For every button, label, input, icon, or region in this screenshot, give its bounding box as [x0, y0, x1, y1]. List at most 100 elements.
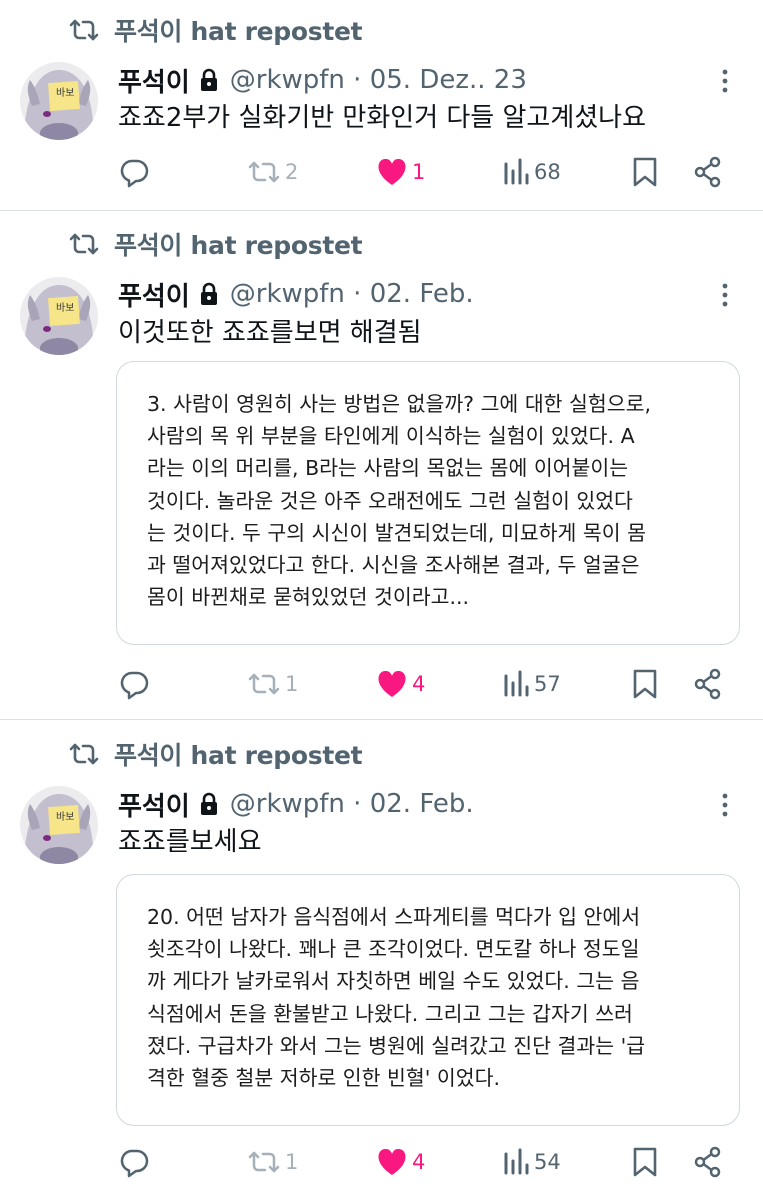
share-button[interactable]	[693, 152, 723, 192]
share-icon	[694, 1146, 721, 1178]
author-handle-date[interactable]: @rkwpfn · 05. Dez.. 23	[230, 65, 527, 95]
lock-icon	[200, 792, 217, 815]
avatar[interactable]: 바보	[20, 786, 98, 864]
more-dots-icon[interactable]	[712, 282, 738, 308]
bookmark-icon	[633, 669, 657, 699]
action-bar: 1 4 54	[0, 1142, 763, 1182]
post-header: 푸석이 @rkwpfn · 05. Dez.. 23	[118, 62, 527, 98]
retweet-icon	[248, 161, 280, 183]
quoted-image-card[interactable]: 3. 사람이 영원히 사는 방법은 없을까? 그에 대한 실험으로, 사람의 목…	[116, 361, 740, 645]
like-count: 4	[412, 1150, 426, 1174]
author-handle-date[interactable]: @rkwpfn · 02. Feb.	[230, 789, 474, 819]
reply-button[interactable]	[118, 664, 150, 704]
post-text: 죠죠를보세요	[118, 827, 262, 857]
retweet-button[interactable]: 2	[247, 152, 298, 192]
views-button[interactable]: 68	[502, 152, 561, 192]
retweet-button[interactable]: 1	[247, 1142, 298, 1182]
sticky-note-text: 바보	[56, 811, 74, 823]
views-icon	[504, 1148, 529, 1175]
bookmark-button[interactable]	[632, 664, 658, 704]
like-button[interactable]: 4	[376, 664, 425, 704]
reply-icon	[120, 159, 149, 188]
share-button[interactable]	[693, 1142, 723, 1182]
author-handle-date[interactable]: @rkwpfn · 02. Feb.	[230, 279, 474, 309]
quote-line: 3. 사람이 영원히 사는 방법은 없을까? 그에 대한 실험으로,	[147, 392, 652, 416]
more-dots-icon[interactable]	[712, 68, 738, 94]
views-button[interactable]: 54	[502, 1142, 561, 1182]
more-dots-icon[interactable]	[712, 792, 738, 818]
author-name[interactable]: 푸석이	[118, 62, 190, 99]
repost-label: 푸석이 hat repostet	[114, 231, 363, 260]
reply-button[interactable]	[118, 1142, 150, 1182]
bookmark-button[interactable]	[632, 1142, 658, 1182]
avatar[interactable]: 바보	[20, 62, 98, 140]
repost-label: 푸석이 hat repostet	[114, 741, 363, 770]
views-count: 57	[534, 672, 561, 696]
quote-line: 졌다. 구급차가 와서 그는 병원에 실려갔고 진단 결과는 '급	[147, 1033, 646, 1058]
author-name[interactable]: 푸석이	[118, 786, 190, 823]
share-button[interactable]	[693, 664, 723, 704]
views-icon	[504, 158, 529, 185]
repost-icon	[69, 19, 99, 41]
quote-line: 격한 혈중 철분 저하로 인한 빈혈' 이었다.	[147, 1066, 501, 1091]
quoted-image-card[interactable]: 20. 어떤 남자가 음식점에서 스파게티를 먹다가 입 안에서 쇳조각이 나왔…	[116, 874, 740, 1126]
quote-line: 라는 이의 머리를, B라는 사람의 목없는 몸에 이어붙이는	[147, 456, 629, 481]
lock-icon	[200, 68, 217, 91]
quote-line: 20. 어떤 남자가 음식점에서 스파게티를 먹다가 입 안에서	[147, 905, 641, 929]
retweet-button[interactable]: 1	[247, 664, 298, 704]
views-count: 54	[534, 1150, 561, 1174]
share-icon	[694, 668, 721, 700]
retweet-count: 1	[285, 672, 299, 696]
post-text: 죠죠2부가 실화기반 만화인거 다들 알고계셨나요	[118, 103, 647, 133]
retweet-icon	[248, 1151, 280, 1173]
quoted-text: 20. 어떤 남자가 음식점에서 스파게티를 먹다가 입 안에서 쇳조각이 나왔…	[147, 901, 727, 1094]
share-icon	[694, 156, 721, 188]
reply-icon	[120, 1149, 149, 1178]
sticky-note-text: 바보	[56, 87, 74, 99]
like-count: 1	[412, 160, 426, 184]
views-button[interactable]: 57	[502, 664, 561, 704]
quote-line: 과 떨어져있었다고 한다. 시신을 조사해본 결과, 두 얼굴은	[147, 553, 640, 578]
bookmark-icon	[633, 157, 657, 187]
heart-icon	[378, 1148, 406, 1175]
views-count: 68	[534, 160, 561, 184]
post-header: 푸석이 @rkwpfn · 02. Feb.	[118, 276, 474, 312]
bookmark-icon	[633, 1147, 657, 1177]
repost-label: 푸석이 hat repostet	[114, 17, 363, 46]
sticky-note-text: 바보	[56, 302, 74, 314]
repost-indicator: 푸석이 hat repostet	[68, 228, 363, 260]
retweet-count: 1	[285, 1150, 299, 1174]
quote-line: 것이다. 놀라운 것은 아주 오래전에도 그런 실험이 있었다	[147, 488, 633, 513]
quote-line: 는 것이다. 두 구의 시신이 발견되었는데, 미묘하게 목이 몸	[147, 520, 646, 545]
heart-icon	[378, 158, 406, 185]
repost-icon	[69, 233, 99, 255]
quote-line: 몸이 바뀐채로 묻혀있었던 것이라고...	[147, 585, 469, 610]
repost-icon	[69, 743, 99, 765]
bookmark-button[interactable]	[632, 152, 658, 192]
action-bar: 2 1 68	[0, 152, 763, 192]
views-icon	[504, 670, 529, 697]
quoted-text: 3. 사람이 영원히 사는 방법은 없을까? 그에 대한 실험으로, 사람의 목…	[147, 388, 727, 613]
repost-indicator: 푸석이 hat repostet	[68, 14, 363, 46]
repost-indicator: 푸석이 hat repostet	[68, 738, 363, 770]
like-count: 4	[412, 672, 426, 696]
post-text: 이것또한 죠죠를보면 해결됨	[118, 318, 422, 348]
quote-line: 식점에서 돈을 환불받고 나왔다. 그리고 그는 갑자기 쓰러	[147, 1001, 633, 1026]
reply-button[interactable]	[118, 152, 150, 192]
like-button[interactable]: 4	[376, 1142, 425, 1182]
action-bar: 1 4 57	[0, 664, 763, 704]
lock-icon	[200, 282, 217, 305]
post-3[interactable]: 푸석이 hat repostet 바보 푸석이 @rkwpfn · 02. Fe…	[0, 720, 763, 1200]
retweet-count: 2	[285, 160, 299, 184]
post-header: 푸석이 @rkwpfn · 02. Feb.	[118, 786, 474, 822]
retweet-icon	[248, 673, 280, 695]
reply-icon	[120, 671, 149, 700]
quote-line: 까 게다가 날카로워서 자칫하면 베일 수도 있었다. 그는 음	[147, 969, 640, 994]
quote-line: 쇳조각이 나왔다. 꽤나 큰 조각이었다. 면도칼 하나 정도일	[147, 937, 640, 962]
quote-line: 사람의 목 위 부분을 타인에게 이식하는 실험이 있었다. A	[147, 424, 635, 449]
like-button[interactable]: 1	[376, 152, 425, 192]
avatar[interactable]: 바보	[20, 277, 98, 355]
post-1[interactable]: 푸석이 hat repostet 바보 푸석이 @rkwpfn · 05. De…	[0, 0, 763, 210]
author-name[interactable]: 푸석이	[118, 276, 190, 313]
post-2[interactable]: 푸석이 hat repostet 바보 푸석이 @rkwpfn · 02. Fe…	[0, 211, 763, 719]
